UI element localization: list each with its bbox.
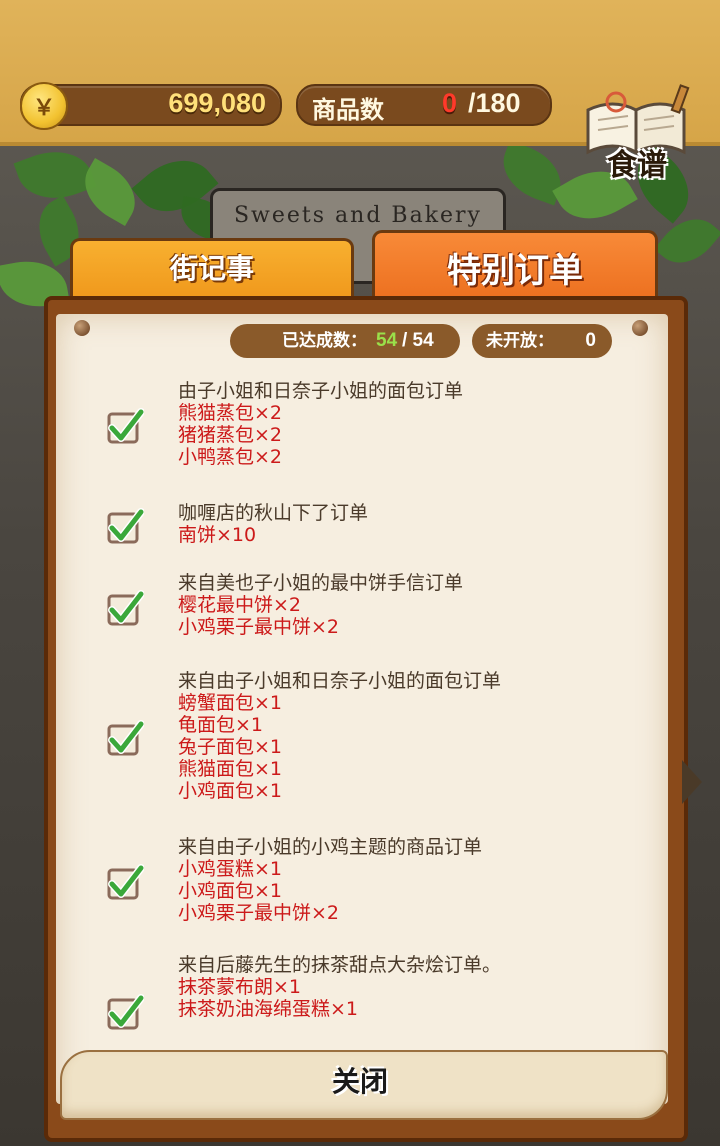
order-title: 由子小姐和日奈子小姐的面包订单: [178, 380, 464, 402]
order-items: 樱花最中饼×2 小鸡栗子最中饼×2: [178, 594, 339, 638]
goods-current-value: 0: [442, 88, 458, 118]
order-item: 兔子面包×1: [178, 736, 283, 758]
side-arrow-icon: [682, 760, 702, 804]
order-item: 小鸡面包×1: [178, 880, 283, 902]
order-entry: 咖喱店的秋山下了订单 南饼×10: [56, 502, 668, 546]
order-item: 小鸡面包×1: [178, 780, 283, 802]
order-item: 猪猪蒸包×2: [178, 424, 283, 446]
order-item: 螃蟹面包×1: [178, 692, 283, 714]
order-entry: 来自美也子小姐的最中饼手信订单 樱花最中饼×2 小鸡栗子最中饼×2: [56, 572, 668, 638]
goods-label: 商品数: [312, 96, 384, 124]
order-entry: 来自后藤先生的抹茶甜点大杂烩订单。 抹茶蒙布朗×1 抹茶奶油海绵蛋糕×1: [56, 954, 668, 1030]
completed-value: 54: [376, 330, 398, 351]
order-item: 小鸡蛋糕×1: [178, 858, 283, 880]
order-item: 龟面包×1: [178, 714, 264, 736]
order-items: 南饼×10: [178, 524, 256, 546]
order-item: 熊猫蒸包×2: [178, 402, 283, 424]
order-title: 来自后藤先生的抹茶甜点大杂烩订单。: [178, 954, 502, 976]
coin-icon: ￥: [20, 82, 68, 130]
goods-counter: 商品数 0 /180: [296, 84, 552, 126]
coin-counter: ￥ 699,080: [20, 82, 282, 130]
order-item: 熊猫面包×1: [178, 758, 283, 780]
locked-count-badge: 未开放： 0: [472, 324, 612, 358]
locked-value: 0: [585, 330, 596, 351]
order-item: 小鸭蒸包×2: [178, 446, 283, 468]
shop-sign-text: Sweets and Bakery: [233, 203, 482, 228]
checkbox-checked-icon: [107, 864, 144, 900]
checkbox-checked-icon: [107, 994, 144, 1030]
order-title: 来自美也子小姐的最中饼手信订单: [178, 572, 464, 594]
order-entry: 来自由子小姐的小鸡主题的商品订单 小鸡蛋糕×1 小鸡面包×1 小鸡栗子最中饼×2: [56, 836, 668, 924]
checkbox-checked-icon: [107, 508, 144, 544]
order-items: 抹茶蒙布朗×1 抹茶奶油海绵蛋糕×1: [178, 976, 358, 1020]
order-items: 熊猫蒸包×2 猪猪蒸包×2 小鸭蒸包×2: [178, 402, 282, 468]
checkbox-checked-icon: [107, 590, 144, 626]
completed-label: 已达成数：: [282, 331, 367, 351]
order-items: 螃蟹面包×1 龟面包×1 兔子面包×1 熊猫面包×1 小鸡面包×1: [178, 692, 282, 802]
pin-icon: [74, 320, 90, 336]
order-entry: 来自由子小姐和日奈子小姐的面包订单 螃蟹面包×1 龟面包×1 兔子面包×1 熊猫面包×1…: [56, 670, 668, 802]
order-entry: 由子小姐和日奈子小姐的面包订单 熊猫蒸包×2 猪猪蒸包×2 小鸭蒸包×2: [56, 380, 668, 468]
recipe-label: 食谱: [607, 148, 667, 183]
completed-total: / 54: [402, 330, 434, 351]
recipe-book-button[interactable]: 食谱: [578, 80, 696, 188]
order-item: 小鸡栗子最中饼×2: [178, 616, 340, 638]
order-items: 小鸡蛋糕×1 小鸡面包×1 小鸡栗子最中饼×2: [178, 858, 339, 924]
order-title: 来自由子小姐的小鸡主题的商品订单: [178, 836, 483, 858]
checkbox-checked-icon: [107, 408, 144, 444]
order-item: 小鸡栗子最中饼×2: [178, 902, 340, 924]
order-item: 抹茶奶油海绵蛋糕×1: [178, 998, 359, 1020]
order-item: 南饼×10: [178, 524, 257, 546]
completed-count-badge: 已达成数： 54 / 54: [230, 324, 460, 358]
close-button[interactable]: 关闭: [300, 1062, 420, 1102]
checkbox-checked-icon: [107, 720, 144, 756]
order-title: 来自由子小姐和日奈子小姐的面包订单: [178, 670, 502, 692]
order-item: 抹茶蒙布朗×1: [178, 976, 302, 998]
locked-label: 未开放：: [486, 331, 554, 351]
order-title: 咖喱店的秋山下了订单: [178, 502, 369, 524]
coin-value: 699,080: [168, 88, 266, 118]
order-list-paper: 已达成数： 54 / 54 未开放： 0 由子小姐和日奈子小姐的面包订单 熊猫蒸包…: [56, 314, 668, 1104]
goods-total-value: /180: [468, 88, 521, 118]
pin-icon: [632, 320, 648, 336]
order-item: 樱花最中饼×2: [178, 594, 302, 616]
